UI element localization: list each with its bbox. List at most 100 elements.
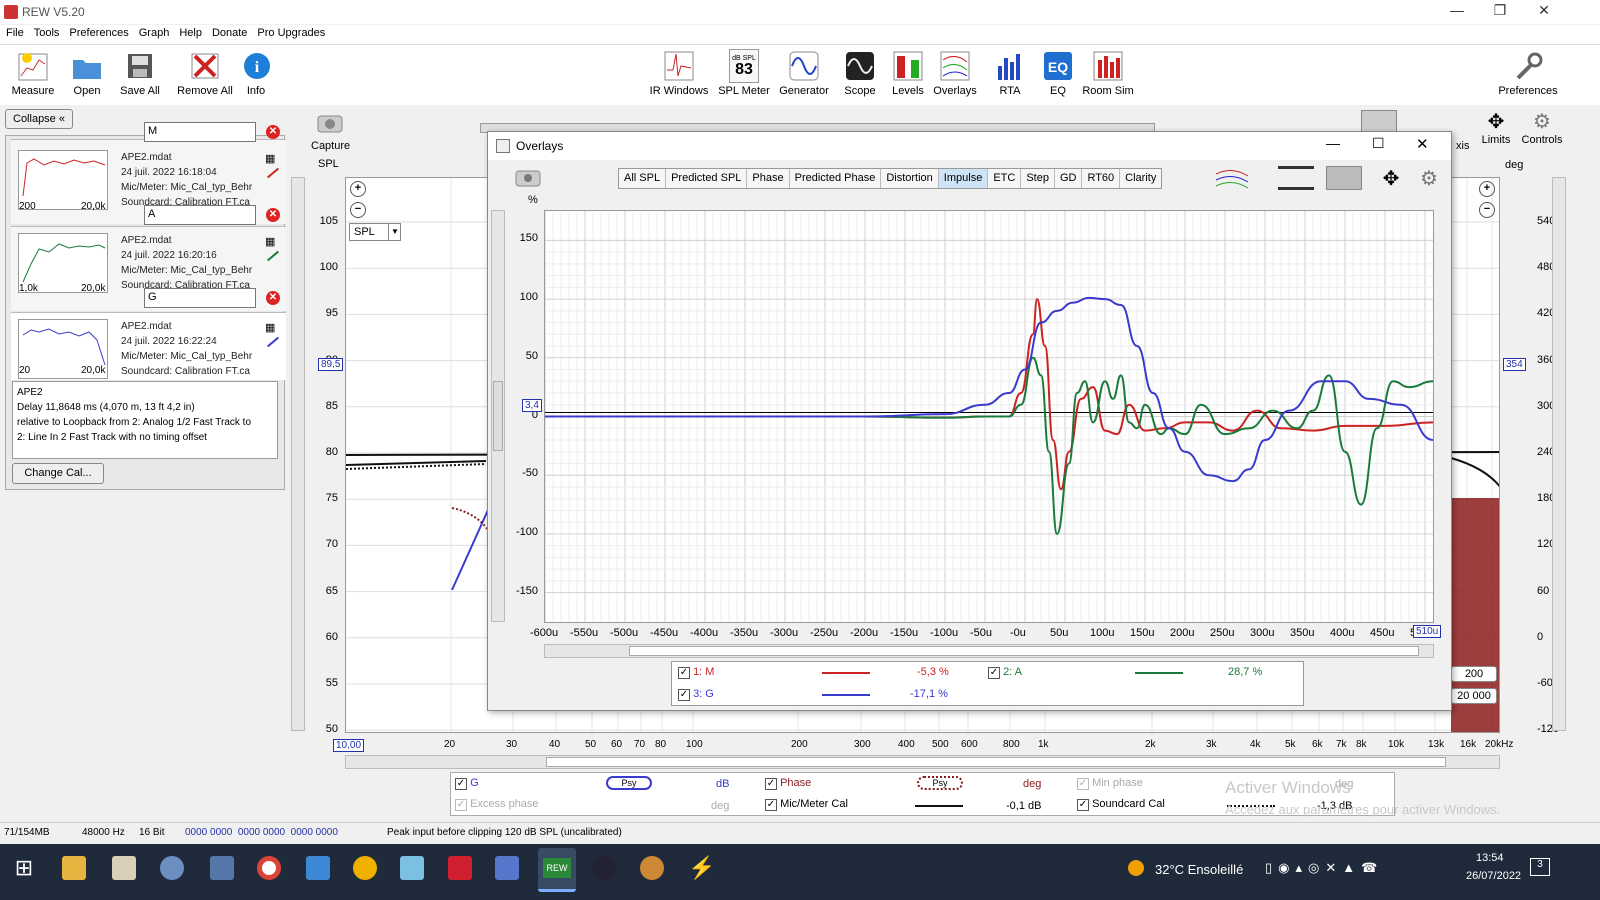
notification-icon[interactable]: 3 <box>1530 858 1550 876</box>
right-zoom-in-icon[interactable]: + <box>1479 181 1495 197</box>
tab-all-spl[interactable]: All SPL <box>619 169 667 188</box>
tab-step[interactable]: Step <box>1021 169 1055 188</box>
close-icon[interactable]: ✕ <box>1521 2 1567 22</box>
remove-all-button[interactable]: Remove All <box>174 49 236 97</box>
legend-checkbox[interactable]: ✓ <box>988 667 1000 679</box>
left-panel-scrollbar[interactable] <box>291 177 305 731</box>
levels-button[interactable]: Levels <box>886 49 930 97</box>
preferences-button[interactable]: Preferences <box>1495 49 1561 97</box>
save-measurement-icon[interactable]: ▦ <box>265 321 275 334</box>
psy-phase-badge[interactable]: Psy <box>917 776 963 790</box>
legend-item-a[interactable]: ✓ 2: A <box>988 666 1022 679</box>
eq-button[interactable]: EQ EQ <box>1040 49 1076 97</box>
scope-button[interactable]: Scope <box>838 49 882 97</box>
tab-distortion[interactable]: Distortion <box>881 169 939 188</box>
notepad-icon[interactable] <box>112 856 136 880</box>
controls-button[interactable]: ⚙ Controls <box>1520 110 1564 154</box>
room-sim-button[interactable]: Room Sim <box>1080 49 1136 97</box>
generator-button[interactable]: Generator <box>776 49 832 97</box>
tab-phase[interactable]: Phase <box>747 169 790 188</box>
save-all-button[interactable]: Save All <box>116 49 164 97</box>
tab-predicted-phase[interactable]: Predicted Phase <box>790 169 882 188</box>
trace-arrange-icon[interactable] <box>1214 166 1250 190</box>
axis-control-icon[interactable] <box>1361 110 1397 132</box>
rew-taskbar-icon[interactable]: REW <box>538 848 576 892</box>
app-icon-a[interactable] <box>353 856 377 880</box>
open-button[interactable]: Open <box>66 49 108 97</box>
limits-button[interactable]: ✥ Limits <box>1476 110 1516 154</box>
legend-checkbox[interactable]: ✓ <box>678 667 690 679</box>
clock-date[interactable]: 26/07/2022 <box>1466 870 1521 882</box>
calculator-icon[interactable] <box>210 856 234 880</box>
capture-icon[interactable] <box>514 168 542 188</box>
system-tray-icons[interactable]: ▯◉▴◎✕▲☎ <box>1265 860 1383 876</box>
zoom-out-icon[interactable]: − <box>350 202 366 218</box>
overlays-horizontal-scrollbar[interactable] <box>544 644 1434 658</box>
remove-measurement-icon[interactable]: ✕ <box>266 125 280 139</box>
legend-soundcal-toggle[interactable]: ✓ Soundcard Cal <box>1077 798 1165 811</box>
tab-etc[interactable]: ETC <box>988 169 1022 188</box>
overlays-button[interactable]: Overlays <box>932 49 978 97</box>
legend-phase-toggle[interactable]: ✓ Phase <box>765 777 811 790</box>
legend-item-m[interactable]: ✓ 1: M <box>678 666 714 679</box>
measurement-name-field[interactable]: A <box>144 205 256 225</box>
app-icon-d[interactable] <box>495 856 519 880</box>
remove-measurement-icon[interactable]: ✕ <box>266 208 280 222</box>
info-button[interactable]: i Info <box>240 49 272 97</box>
legend-g-toggle[interactable]: ✓ G <box>455 777 479 790</box>
menu-donate[interactable]: Donate <box>208 25 251 41</box>
zoom-in-icon[interactable]: + <box>350 181 366 197</box>
overlays-window[interactable]: Overlays — ☐ ✕ All SPL Predicted SPL Pha… <box>487 131 1452 711</box>
remove-measurement-icon[interactable]: ✕ <box>266 291 280 305</box>
range-low-field[interactable]: 200 <box>1451 666 1497 682</box>
legend-excess-toggle[interactable]: ✓ Excess phase <box>455 798 539 811</box>
file-explorer-icon[interactable] <box>62 856 86 880</box>
restore-icon[interactable]: ❐ <box>1477 2 1523 22</box>
app-icon-c[interactable] <box>448 856 472 880</box>
weather-text[interactable]: 32°C Ensoleillé <box>1155 862 1243 877</box>
right-scrollbar[interactable] <box>1552 177 1566 731</box>
tab-predicted-spl[interactable]: Predicted SPL <box>666 169 748 188</box>
clock-time[interactable]: 13:54 <box>1476 852 1504 864</box>
range-high-field[interactable]: 20 000 <box>1451 688 1497 704</box>
measure-button[interactable]: Measure <box>8 49 58 97</box>
trace-color-icon[interactable] <box>266 167 280 179</box>
measurement-name-field[interactable]: M <box>144 122 256 142</box>
psy-smoothing-badge[interactable]: Psy <box>606 776 652 790</box>
capture-icon[interactable] <box>314 112 346 138</box>
measurement-card-3[interactable]: G ✕ 3 20 20,0k APE2.mdat24 juil. 2022 16… <box>11 288 286 380</box>
collapse-button[interactable]: Collapse « <box>5 109 73 129</box>
measurement-name-field[interactable]: G <box>144 288 256 308</box>
main-horizontal-scrollbar[interactable] <box>345 755 1500 769</box>
fit-icon[interactable]: ✥ <box>1374 166 1408 190</box>
menu-preferences[interactable]: Preferences <box>65 25 132 41</box>
app-icon-b[interactable] <box>400 856 424 880</box>
spl-meter-button[interactable]: dB SPL 83 SPL Meter <box>716 49 772 97</box>
minimize-icon[interactable]: — <box>1326 135 1340 151</box>
legend-item-g[interactable]: ✓ 3: G <box>678 688 714 701</box>
minimize-icon[interactable]: — <box>1434 2 1480 22</box>
change-cal-button[interactable]: Change Cal... <box>12 463 104 484</box>
menu-pro-upgrades[interactable]: Pro Upgrades <box>253 25 329 41</box>
chrome-icon[interactable] <box>257 856 281 880</box>
trace-color-icon[interactable] <box>266 336 280 348</box>
legend-checkbox[interactable]: ✓ <box>678 689 690 701</box>
legend-minphase-toggle[interactable]: ✓ Min phase <box>1077 777 1143 790</box>
tab-impulse[interactable]: Impulse <box>938 169 989 188</box>
menu-graph[interactable]: Graph <box>135 25 174 41</box>
tab-rt60[interactable]: RT60 <box>1082 169 1121 188</box>
legend-miccal-toggle[interactable]: ✓ Mic/Meter Cal <box>765 798 848 811</box>
save-measurement-icon[interactable]: ▦ <box>265 235 275 248</box>
close-icon[interactable]: ✕ <box>1416 135 1429 153</box>
save-measurement-icon[interactable]: ▦ <box>265 152 275 165</box>
lightning-icon[interactable]: ⚡ <box>688 856 715 880</box>
rta-button[interactable]: RTA <box>990 49 1030 97</box>
impulse-plot[interactable] <box>544 210 1434 623</box>
graph-fill-icon[interactable] <box>1326 166 1362 190</box>
ir-windows-button[interactable]: IR Windows <box>648 49 710 97</box>
maximize-icon[interactable]: ☐ <box>1372 135 1385 152</box>
paint-icon[interactable] <box>160 856 184 880</box>
outlook-icon[interactable] <box>306 856 330 880</box>
tab-gd[interactable]: GD <box>1055 169 1083 188</box>
app-icon-e[interactable] <box>592 856 616 880</box>
